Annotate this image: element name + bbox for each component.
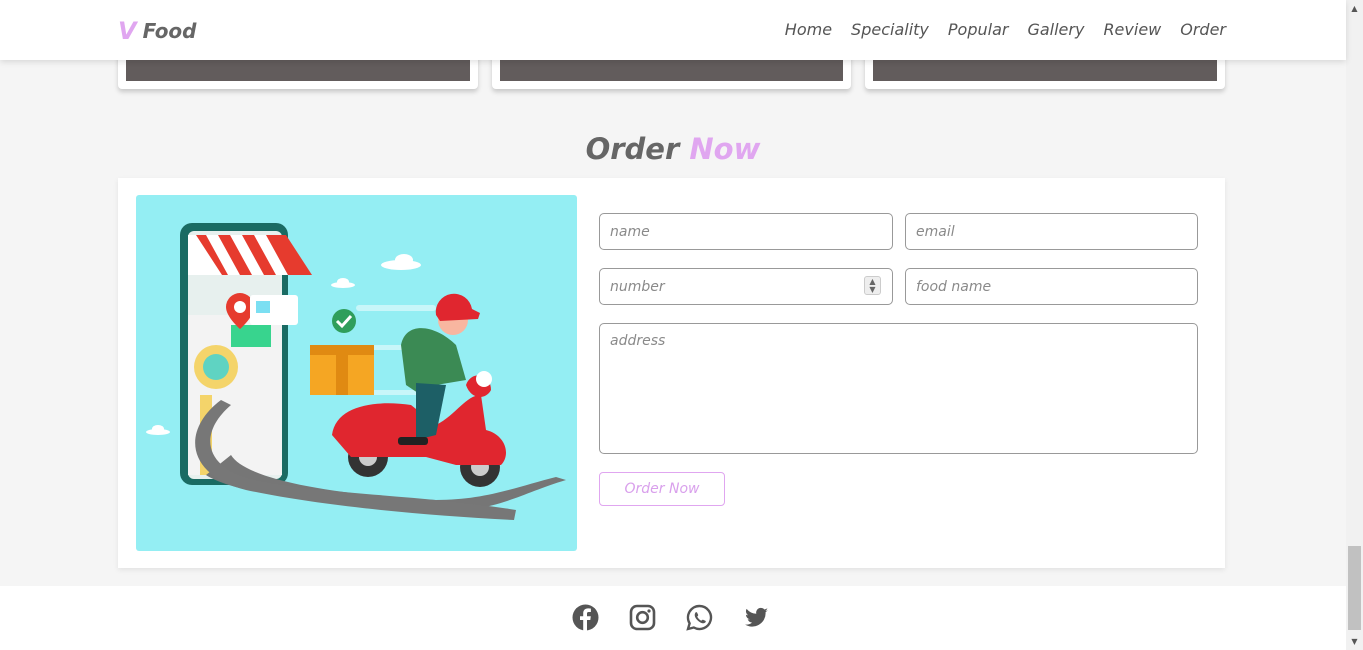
name-input[interactable] (599, 213, 893, 250)
whatsapp-icon[interactable] (686, 604, 713, 631)
twitter-icon[interactable] (743, 604, 770, 631)
food-name-input[interactable] (905, 268, 1198, 305)
heading-accent: Now (689, 132, 761, 166)
nav-gallery[interactable]: Gallery (1027, 20, 1084, 39)
spinner-down-icon[interactable]: ▼ (869, 285, 875, 294)
nav-speciality[interactable]: Speciality (851, 20, 929, 39)
delivery-illustration (136, 195, 577, 551)
footer (0, 586, 1346, 650)
scroll-down-icon[interactable]: ▼ (1346, 633, 1363, 650)
heading-main: Order (585, 132, 680, 166)
main-nav: Home Speciality Popular Gallery Review O… (785, 20, 1226, 39)
nav-order[interactable]: Order (1180, 20, 1226, 39)
order-now-button[interactable]: Order Now (599, 472, 725, 506)
header: V Food Home Speciality Popular Gallery R… (0, 0, 1346, 60)
social-links (572, 604, 770, 631)
page-scrollbar[interactable]: ▲ ▼ (1346, 0, 1363, 650)
facebook-icon[interactable] (572, 604, 599, 631)
address-textarea[interactable] (599, 323, 1198, 454)
logo[interactable]: V Food (118, 17, 196, 45)
nav-popular[interactable]: Popular (948, 20, 1009, 39)
scroll-up-icon[interactable]: ▲ (1346, 0, 1363, 17)
logo-text: Food (142, 19, 197, 43)
number-input[interactable] (599, 268, 893, 305)
order-form-container: ▲ ▼ Order Now (118, 178, 1225, 568)
number-spinner[interactable]: ▲ ▼ (864, 276, 881, 295)
nav-home[interactable]: Home (785, 20, 832, 39)
nav-review[interactable]: Review (1103, 20, 1161, 39)
scroll-thumb[interactable] (1348, 546, 1361, 630)
email-input[interactable] (905, 213, 1198, 250)
logo-v-icon: V (118, 17, 137, 45)
instagram-icon[interactable] (629, 604, 656, 631)
section-heading: Order Now (0, 132, 1346, 166)
